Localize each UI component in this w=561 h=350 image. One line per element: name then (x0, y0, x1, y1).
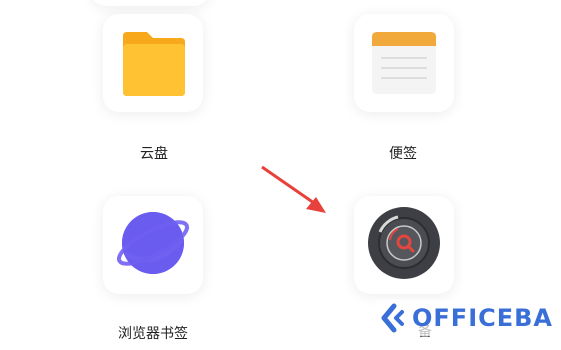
notepad-icon (372, 32, 436, 94)
app-tile-browser-bookmarks[interactable] (103, 196, 203, 294)
partial-app-tile (90, 0, 210, 6)
app-label-browser-bookmarks: 浏览器书签 (118, 326, 188, 342)
app-label-cloud-drive: 云盘 (140, 146, 168, 162)
camera-lens-icon (368, 207, 440, 279)
app-tile-notes[interactable] (354, 14, 454, 112)
planet-icon (116, 212, 190, 274)
officeba-logo-icon (381, 303, 404, 333)
watermark-text: OFFICEBA (412, 304, 553, 332)
folder-icon (123, 32, 185, 96)
app-label-notes: 便签 (389, 146, 417, 162)
app-tile-device[interactable] (354, 196, 454, 294)
pointer-arrow-icon (261, 165, 326, 213)
watermark: OFFICEBA (376, 300, 553, 336)
app-tile-cloud-drive[interactable] (103, 14, 203, 112)
